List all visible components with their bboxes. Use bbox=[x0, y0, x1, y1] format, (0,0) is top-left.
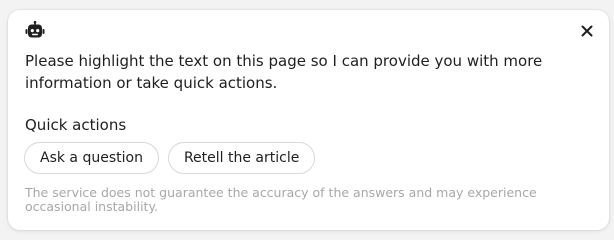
disclaimer-text: The service does not guarantee the accur… bbox=[25, 185, 537, 214]
quick-actions-title: Quick actions bbox=[25, 116, 127, 134]
close-button[interactable] bbox=[579, 23, 595, 39]
retell-article-button[interactable]: Retell the article bbox=[167, 142, 316, 174]
quick-actions-row: Ask a question Retell the article bbox=[24, 142, 316, 174]
ask-question-button[interactable]: Ask a question bbox=[24, 142, 159, 174]
assistant-popup: Please highlight the text on this page s… bbox=[8, 10, 609, 230]
close-icon bbox=[581, 25, 593, 37]
instruction-message: Please highlight the text on this page s… bbox=[25, 52, 543, 92]
robot-icon bbox=[25, 20, 45, 39]
